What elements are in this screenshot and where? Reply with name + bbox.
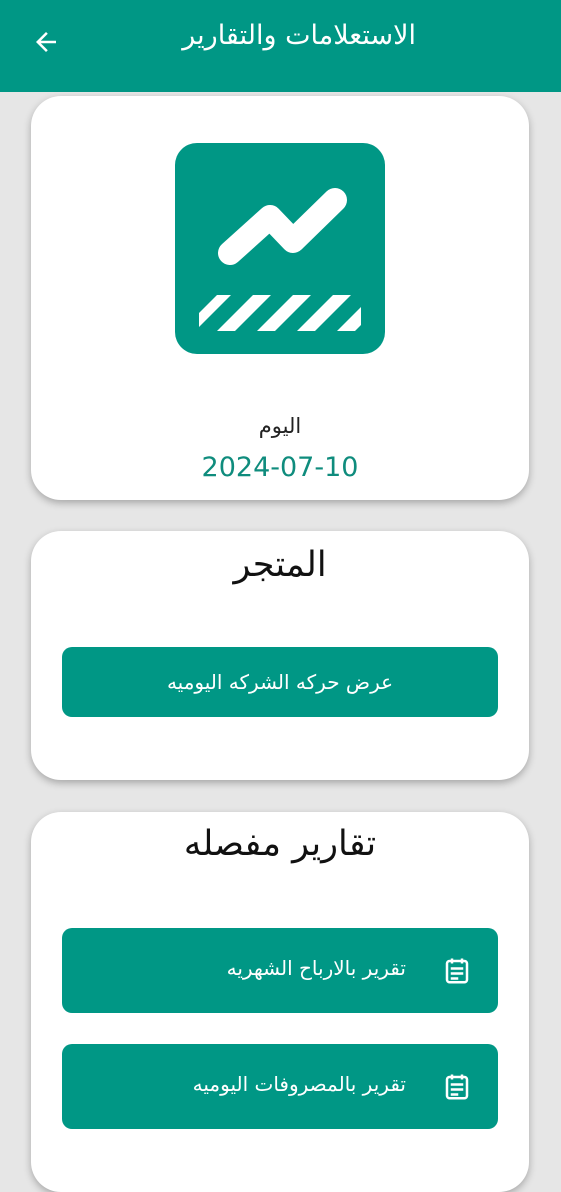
today-card: اليوم 2024-07-10 bbox=[31, 96, 529, 500]
report-document-icon bbox=[445, 1074, 469, 1100]
daily-expenses-report-label: تقرير بالمصروفات اليوميه bbox=[192, 1072, 406, 1096]
app-bar: الاستعلامات والتقارير bbox=[0, 0, 561, 92]
store-card: المتجر عرض حركه الشركه اليوميه bbox=[31, 531, 529, 780]
daily-expenses-report-button[interactable]: تقرير بالمصروفات اليوميه bbox=[62, 1044, 498, 1129]
chart-trend-logo-icon bbox=[175, 143, 385, 354]
today-label: اليوم bbox=[258, 414, 302, 438]
detailed-reports-title: تقارير مفصله bbox=[183, 824, 377, 864]
page-title: الاستعلامات والتقارير bbox=[182, 20, 416, 51]
today-date: 2024-07-10 bbox=[201, 452, 359, 483]
back-button[interactable] bbox=[26, 22, 66, 62]
daily-company-activity-button[interactable]: عرض حركه الشركه اليوميه bbox=[62, 647, 498, 717]
monthly-profits-report-button[interactable]: تقرير بالارباح الشهريه bbox=[62, 928, 498, 1013]
store-title: المتجر bbox=[233, 545, 327, 585]
monthly-profits-report-label: تقرير بالارباح الشهريه bbox=[226, 956, 406, 980]
detailed-reports-card: تقارير مفصله تقرير بالارباح الشهريه تقري… bbox=[31, 812, 529, 1192]
arrow-back-icon bbox=[36, 32, 56, 52]
report-document-icon bbox=[445, 958, 469, 984]
